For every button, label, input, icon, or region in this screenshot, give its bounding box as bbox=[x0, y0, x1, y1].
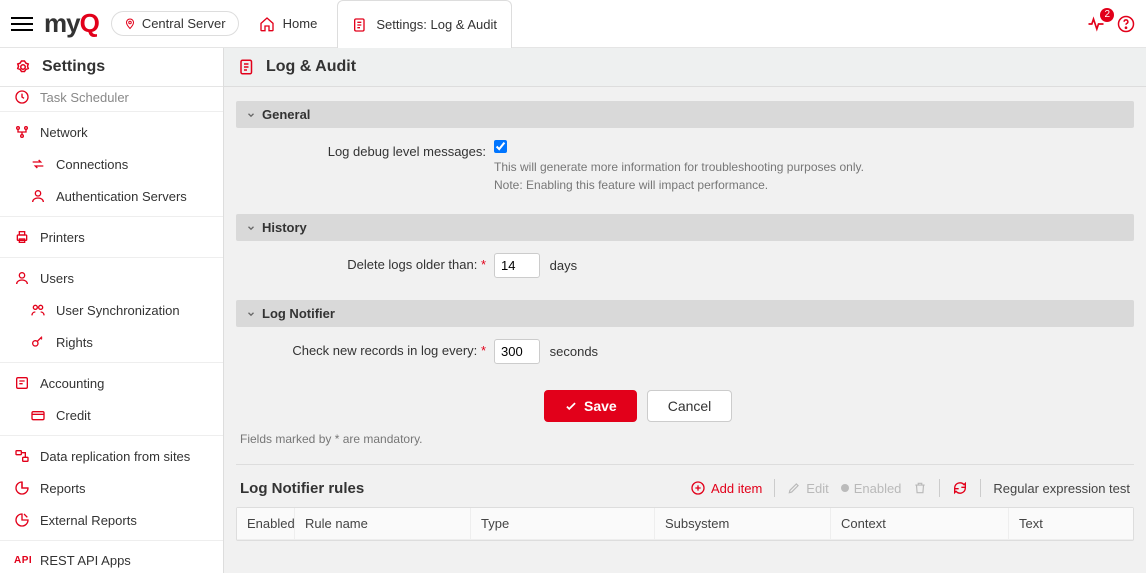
notification-badge: 2 bbox=[1100, 8, 1114, 22]
topbar: myQ Central Server Home Settings: Log & … bbox=[0, 0, 1146, 48]
grid-header: Enabled Rule name Type Subsystem Context… bbox=[237, 508, 1133, 540]
sidebar-title: Settings bbox=[0, 48, 223, 87]
main-content: Log & Audit General Log debug level mess… bbox=[224, 48, 1146, 573]
app-logo: myQ bbox=[44, 8, 99, 39]
external-reports-icon bbox=[14, 512, 30, 528]
check-records-label: Check new records in log every: * bbox=[246, 339, 486, 358]
tab-settings[interactable]: Settings: Log & Audit bbox=[337, 0, 512, 49]
help-button[interactable] bbox=[1114, 12, 1138, 36]
sidebar-item-accounting[interactable]: Accounting bbox=[0, 367, 223, 399]
sidebar-item-external-reports[interactable]: External Reports bbox=[0, 504, 223, 536]
sidebar-item-reports[interactable]: Reports bbox=[0, 472, 223, 504]
tab-settings-label: Settings: Log & Audit bbox=[376, 17, 497, 32]
home-icon bbox=[259, 16, 275, 32]
auth-icon bbox=[30, 188, 46, 204]
sidebar-item-task-scheduler[interactable]: Task Scheduler bbox=[0, 87, 223, 107]
check-icon bbox=[564, 399, 578, 413]
trash-icon bbox=[913, 481, 927, 495]
chevron-down-icon bbox=[246, 110, 256, 120]
page-title: Log & Audit bbox=[224, 48, 1146, 87]
sidebar-item-network[interactable]: Network bbox=[0, 116, 223, 148]
add-icon bbox=[690, 480, 706, 496]
server-label: Central Server bbox=[142, 16, 226, 31]
refresh-button[interactable] bbox=[952, 480, 968, 496]
check-records-suffix: seconds bbox=[550, 340, 598, 359]
sidebar-item-users[interactable]: Users bbox=[0, 262, 223, 294]
refresh-icon bbox=[952, 480, 968, 496]
delete-logs-input[interactable] bbox=[494, 253, 540, 278]
dot-icon bbox=[841, 484, 849, 492]
sidebar: Settings Task Scheduler Network Connecti… bbox=[0, 48, 224, 573]
location-pin-icon bbox=[124, 18, 136, 30]
debug-hint-1: This will generate more information for … bbox=[494, 160, 864, 174]
rules-toolbar: Log Notifier rules Add item Edit Enabled bbox=[236, 475, 1134, 507]
tab-home-label: Home bbox=[283, 16, 318, 31]
section-general-header[interactable]: General bbox=[236, 101, 1134, 128]
sidebar-item-rights[interactable]: Rights bbox=[0, 326, 223, 358]
section-general: General Log debug level messages: This w… bbox=[236, 101, 1134, 204]
clock-icon bbox=[14, 89, 30, 105]
sidebar-item-data-replication[interactable]: Data replication from sites bbox=[0, 440, 223, 472]
sidebar-nav: Task Scheduler Network Connections Authe… bbox=[0, 87, 223, 573]
regex-test-button[interactable]: Regular expression test bbox=[993, 481, 1130, 496]
sidebar-item-connections[interactable]: Connections bbox=[0, 148, 223, 180]
sync-users-icon bbox=[30, 302, 46, 318]
check-records-input[interactable] bbox=[494, 339, 540, 364]
rules-grid: Enabled Rule name Type Subsystem Context… bbox=[236, 507, 1134, 541]
credit-icon bbox=[30, 407, 46, 423]
delete-logs-label: Delete logs older than: * bbox=[246, 253, 486, 272]
rules-title: Log Notifier rules bbox=[240, 480, 678, 497]
col-enabled[interactable]: Enabled bbox=[237, 508, 295, 539]
debug-hint-2: Note: Enabling this feature will impact … bbox=[494, 178, 864, 192]
chevron-down-icon bbox=[246, 223, 256, 233]
pencil-icon bbox=[787, 481, 801, 495]
col-rule-name[interactable]: Rule name bbox=[295, 508, 471, 539]
exchange-icon bbox=[30, 156, 46, 172]
sidebar-item-user-sync[interactable]: User Synchronization bbox=[0, 294, 223, 326]
save-button[interactable]: Save bbox=[544, 390, 637, 422]
chevron-down-icon bbox=[246, 309, 256, 319]
reports-icon bbox=[14, 480, 30, 496]
network-icon bbox=[14, 124, 30, 140]
debug-messages-checkbox[interactable] bbox=[494, 140, 507, 153]
log-audit-icon bbox=[352, 17, 368, 33]
debug-messages-label: Log debug level messages: bbox=[246, 140, 486, 159]
sidebar-item-auth-servers[interactable]: Authentication Servers bbox=[0, 180, 223, 212]
col-type[interactable]: Type bbox=[471, 508, 655, 539]
section-history-header[interactable]: History bbox=[236, 214, 1134, 241]
api-icon: API bbox=[14, 555, 30, 566]
section-log-notifier-header[interactable]: Log Notifier bbox=[236, 300, 1134, 327]
log-audit-page-icon bbox=[238, 58, 256, 76]
sidebar-item-printers[interactable]: Printers bbox=[0, 221, 223, 253]
help-icon bbox=[1117, 15, 1135, 33]
replication-icon bbox=[14, 448, 30, 464]
mandatory-note: Fields marked by * are mandatory. bbox=[236, 432, 1134, 456]
add-item-button[interactable]: Add item bbox=[690, 480, 762, 496]
delete-button[interactable] bbox=[913, 481, 927, 495]
key-icon bbox=[30, 334, 46, 350]
notifications-button[interactable]: 2 bbox=[1084, 12, 1108, 36]
tab-home[interactable]: Home bbox=[245, 0, 332, 48]
cancel-button[interactable]: Cancel bbox=[647, 390, 733, 422]
printer-icon bbox=[14, 229, 30, 245]
enabled-toggle[interactable]: Enabled bbox=[841, 481, 902, 496]
sidebar-item-rest-api[interactable]: API REST API Apps bbox=[0, 545, 223, 573]
edit-button[interactable]: Edit bbox=[787, 481, 828, 496]
col-text[interactable]: Text bbox=[1009, 508, 1133, 539]
col-subsystem[interactable]: Subsystem bbox=[655, 508, 831, 539]
settings-icon bbox=[14, 58, 32, 76]
delete-logs-suffix: days bbox=[550, 254, 577, 273]
server-selector[interactable]: Central Server bbox=[111, 11, 239, 36]
col-context[interactable]: Context bbox=[831, 508, 1009, 539]
accounting-icon bbox=[14, 375, 30, 391]
sidebar-item-credit[interactable]: Credit bbox=[0, 399, 223, 431]
menu-toggle-button[interactable] bbox=[8, 10, 36, 38]
user-icon bbox=[14, 270, 30, 286]
section-log-notifier: Log Notifier Check new records in log ev… bbox=[236, 300, 1134, 376]
section-history: History Delete logs older than: * days bbox=[236, 214, 1134, 290]
